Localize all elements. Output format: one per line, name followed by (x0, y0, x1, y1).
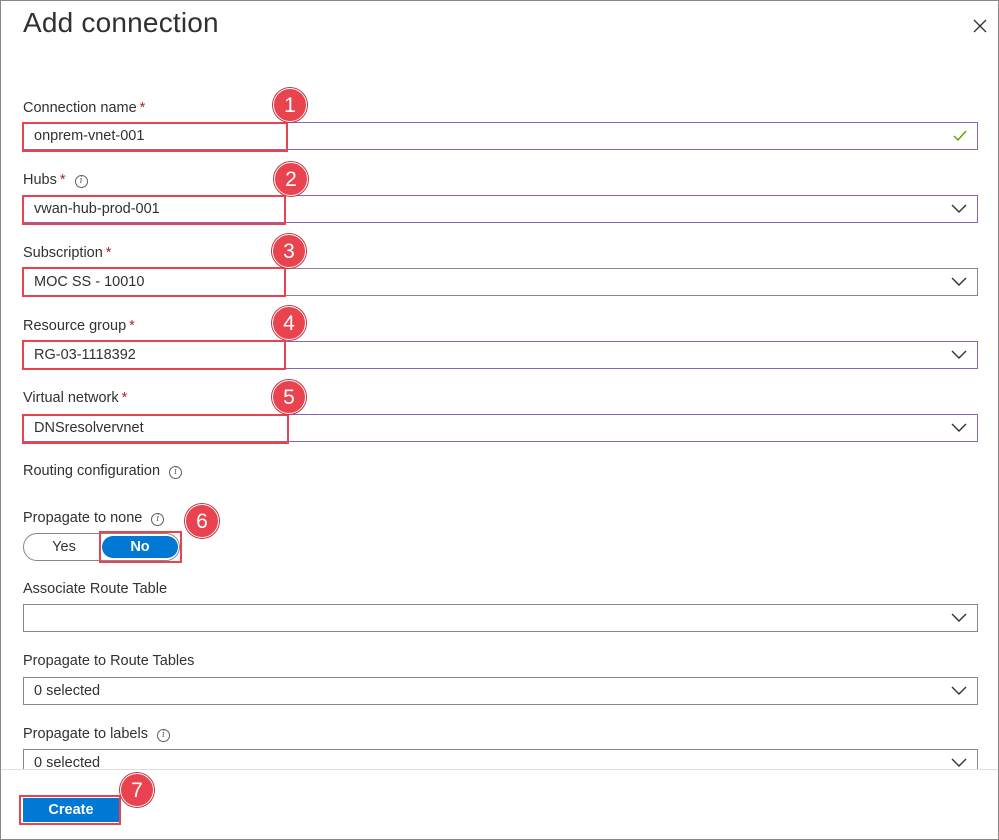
propagate-to-none-toggle[interactable]: Yes No (23, 533, 180, 561)
propagate-to-route-tables-label: Propagate to Route Tables (23, 653, 195, 669)
required-marker: * (59, 172, 66, 188)
toggle-option-yes[interactable]: Yes (26, 536, 102, 558)
callout-badge: 4 (272, 306, 306, 340)
required-marker: * (105, 245, 112, 261)
footer-bar: Create 7 (1, 769, 998, 839)
chevron-down-icon (951, 350, 967, 359)
subscription-label: Subscription * (23, 245, 112, 261)
chevron-down-icon (951, 613, 967, 622)
callout-badge: 5 (272, 380, 306, 414)
associate-route-table-dropdown[interactable] (23, 604, 978, 632)
add-connection-panel: Add connection Connection name * onprem-v… (0, 0, 999, 840)
page-title: Add connection (23, 7, 219, 38)
callout-badge: 3 (272, 234, 306, 268)
callout-badge: 6 (185, 504, 219, 538)
callout-badge: 1 (273, 88, 307, 122)
info-icon[interactable]: i (151, 513, 165, 526)
virtual-network-label: Virtual network * (23, 390, 128, 406)
info-icon[interactable]: i (156, 729, 170, 742)
subscription-dropdown[interactable]: MOC SS - 10010 (23, 268, 978, 296)
chevron-down-icon (951, 204, 967, 213)
connection-name-input[interactable]: onprem-vnet-001 (23, 122, 978, 150)
info-icon[interactable]: i (74, 175, 88, 188)
callout-badge: 7 (120, 773, 154, 807)
propagate-to-labels-label: Propagate to labels i (23, 726, 170, 742)
valid-check-icon (953, 130, 967, 142)
chevron-down-icon (951, 686, 967, 695)
associate-route-table-label: Associate Route Table (23, 581, 168, 597)
form-scroll-area[interactable]: Connection name * onprem-vnet-001 Hubs * i … (1, 61, 998, 769)
resource-group-label: Resource group * (23, 318, 135, 334)
callout-badge: 2 (274, 162, 308, 196)
required-marker: * (139, 100, 146, 116)
info-icon[interactable]: i (169, 466, 183, 479)
routing-configuration-label: Routing configuration i (23, 463, 183, 479)
propagate-to-route-tables-dropdown[interactable]: 0 selected (23, 677, 978, 705)
required-marker: * (121, 390, 128, 406)
close-icon[interactable] (969, 15, 991, 37)
toggle-option-no[interactable]: No (102, 536, 178, 558)
chevron-down-icon (951, 423, 967, 432)
hubs-dropdown[interactable]: vwan-hub-prod-001 (23, 195, 978, 223)
virtual-network-dropdown[interactable]: DNSresolvervnet (23, 414, 978, 442)
propagate-to-none-label: Propagate to none i (23, 510, 165, 526)
propagate-to-labels-dropdown[interactable]: 0 selected (23, 749, 978, 769)
resource-group-dropdown[interactable]: RG-03-1118392 (23, 341, 978, 369)
chevron-down-icon (951, 277, 967, 286)
required-marker: * (129, 318, 135, 334)
create-button[interactable]: Create (23, 798, 119, 822)
hubs-label: Hubs * i (23, 172, 88, 188)
chevron-down-icon (951, 758, 967, 767)
connection-name-label: Connection name * (23, 100, 146, 116)
